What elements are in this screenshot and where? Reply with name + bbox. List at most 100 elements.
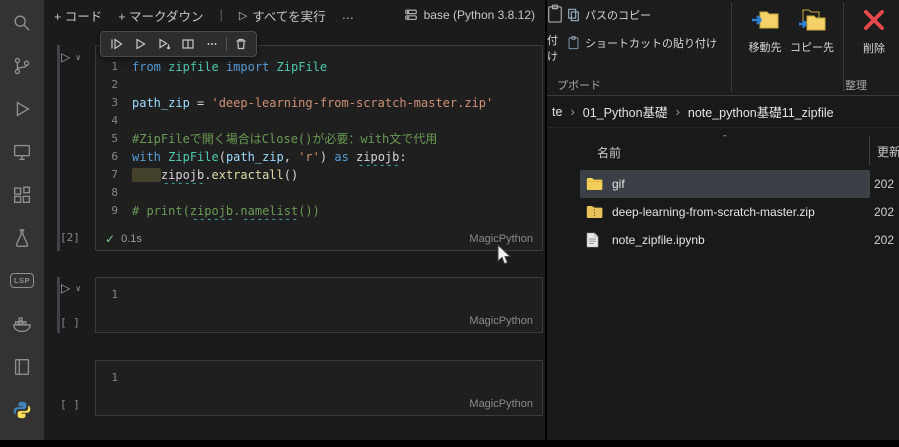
delete-cell-icon[interactable] [229,33,253,55]
paste-shortcut-label: ショートカットの貼り付け [585,38,717,50]
line-number: 3 [111,96,118,109]
run-below-icon[interactable] [152,33,176,55]
activity-bar: LSP [0,0,44,447]
delete-x-icon [864,10,884,30]
copy-path-icon [568,8,579,22]
copy-path-label: パスのコピー [585,10,651,22]
line-number: 7 [111,168,118,181]
cell-focus-bar [57,45,60,251]
file-list-header: ˆ 名前 更新 [547,134,899,166]
run-all-label: すべてを実行 [252,9,326,24]
copy-to-label: コピー先 [790,42,834,54]
line-number: 1 [111,60,118,73]
code-cell-1[interactable]: 1 from zipfile import ZipFile 2 3 path_zip =… [95,45,543,251]
source-control-icon[interactable] [0,44,44,87]
code-line: 3 path_zip = 'deep-learning-from-scratch-… [96,94,542,112]
cell-duration: 0.1s [121,233,142,245]
line-number: 4 [111,114,118,127]
file-name: gif [612,177,625,191]
breadcrumb-item[interactable]: note_python基礎11_zipfile [688,102,834,121]
search-icon[interactable] [0,1,44,44]
line-number: 6 [111,150,118,163]
code-cell-3[interactable]: 1 MagicPython [95,360,543,416]
bottom-strip [0,440,899,447]
code-line: 1 [96,286,542,304]
cell-code-editor[interactable]: 1 from zipfile import ZipFile 2 3 path_zip =… [96,46,542,220]
move-to-label: 移動先 [748,42,782,54]
file-modified-date: 202 [874,233,895,247]
line-number: 9 [111,204,118,217]
cell-status-bar: MagicPython [96,393,542,415]
file-modified-date: 202 [874,205,895,219]
code-line: 1 from zipfile import ZipFile [96,58,542,76]
add-markdown-button[interactable]: + マークダウン [118,6,203,25]
extensions-icon[interactable] [0,173,44,216]
remote-explorer-icon[interactable] [0,130,44,173]
execution-count: [ ] [60,398,80,411]
chevron-down-icon: ∨ [75,283,82,293]
file-row[interactable]: note_zipfile.ipynb 202 [580,226,899,254]
zip-icon [586,204,604,220]
run-debug-icon[interactable] [0,87,44,130]
move-to-button[interactable]: 移動先 [741,5,789,55]
paste-label: 付け [547,35,558,63]
file-modified-date: 202 [874,177,895,191]
cell-language-picker[interactable]: MagicPython [469,315,533,327]
breadcrumb-item[interactable]: te [552,105,562,119]
paste-shortcut-button[interactable]: ショートカットの貼り付け [567,35,717,51]
file-list: gif 202 deep-learning-from-scratch-master.… [580,170,899,254]
docker-icon[interactable] [0,302,44,345]
run-cell-button[interactable]: ▷ ∨ [61,50,81,64]
copy-path-button[interactable]: パスのコピー [567,7,651,23]
kernel-label: base (Python 3.8.12) [423,8,535,22]
paste-button[interactable]: 付け [547,3,567,64]
code-line: 7 zipojb.extractall() [96,166,542,184]
cell-code-editor[interactable]: 1 [96,278,542,304]
kernel-picker[interactable]: base (Python 3.8.12) [404,8,535,22]
testing-icon[interactable] [0,216,44,259]
split-cell-icon[interactable] [176,33,200,55]
python-icon[interactable] [0,388,44,431]
run-all-icon: ▷ [238,9,248,22]
cell-code-editor[interactable]: 1 [96,361,542,387]
copy-to-icon [799,9,826,31]
file-name: deep-learning-from-scratch-master.zip [612,205,815,219]
lsp-badge-label: LSP [9,273,35,288]
run-above-icon[interactable] [104,33,128,55]
run-cell-button[interactable]: ▷ ∨ [61,281,81,295]
cell-toolbar-divider [226,37,227,51]
delete-button[interactable]: 削除 [850,4,898,56]
file-row[interactable]: gif 202 [580,170,899,198]
cell-language-picker[interactable]: MagicPython [469,398,533,410]
code-line: 2 [96,76,542,94]
breadcrumb-item[interactable]: 01_Python基礎 [583,102,668,121]
lsp-icon[interactable]: LSP [0,259,44,302]
column-header-modified[interactable]: 更新 [869,136,899,166]
line-number: 5 [111,132,118,145]
more-actions-icon[interactable] [200,33,224,55]
file-explorer: 付け パスのコピー ショートカットの貼り付け 移動先 コピー先 削除 プボード … [545,0,899,447]
breadcrumb-chevron-icon: › [570,104,575,119]
paste-shortcut-icon [568,36,579,50]
cell-status-bar: ✓ 0.1s MagicPython [96,228,542,250]
add-code-button[interactable]: + コード [54,6,102,25]
notebook-toolbar: + コード + マークダウン | ▷ すべてを実行 … base (Python … [44,0,545,30]
column-header-name[interactable]: 名前 [597,144,621,161]
run-cell-play-icon: ▷ [61,281,71,295]
code-cell-2[interactable]: 1 MagicPython [95,277,543,333]
notebook-icon[interactable] [0,345,44,388]
file-name: note_zipfile.ipynb [612,233,705,247]
file-row[interactable]: deep-learning-from-scratch-master.zip 202 [580,198,899,226]
run-all-button[interactable]: ▷ すべてを実行 [239,6,326,25]
move-to-icon [752,11,779,29]
cell-status-bar: MagicPython [96,310,542,332]
ribbon-divider [843,2,844,92]
more-toolbar-actions-button[interactable]: … [342,8,355,22]
line-number: 8 [111,186,118,199]
notebook-editor: + コード + マークダウン | ▷ すべてを実行 … base (Python … [44,0,545,447]
sort-caret-icon: ˆ [723,134,727,146]
toolbar-divider: | [219,8,223,22]
delete-label: 削除 [863,43,885,55]
copy-to-button[interactable]: コピー先 [788,5,836,55]
run-cell-icon[interactable] [128,33,152,55]
